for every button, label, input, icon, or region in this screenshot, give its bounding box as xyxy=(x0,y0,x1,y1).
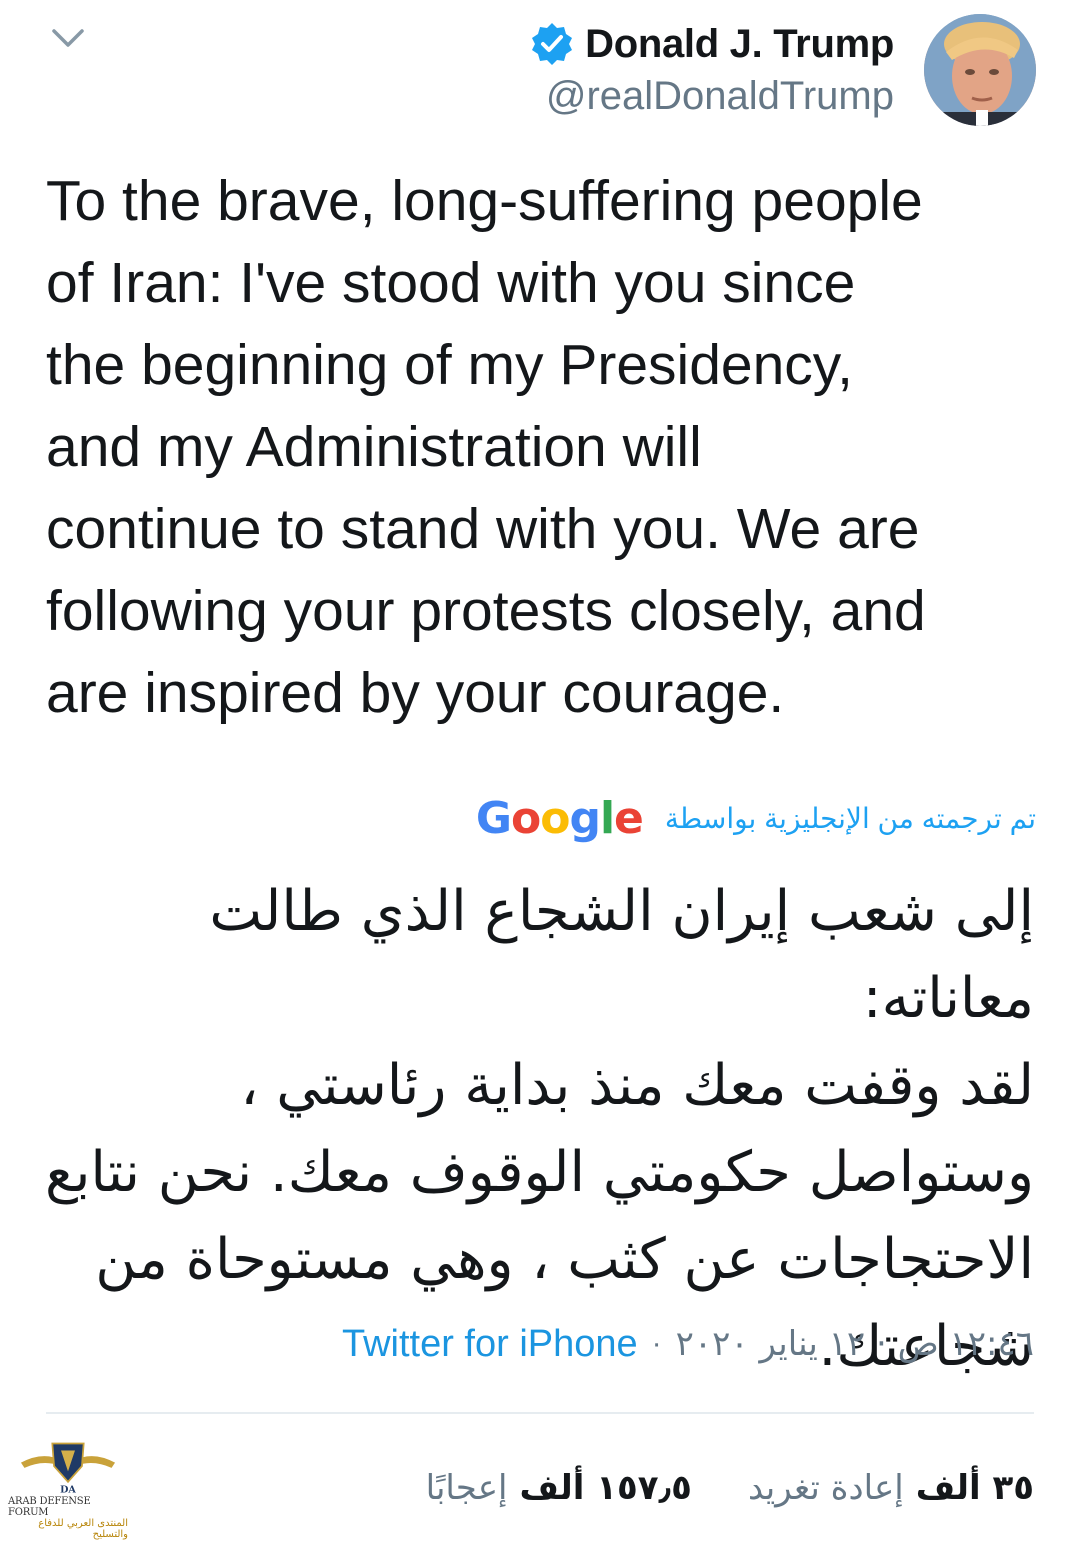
tweet-stats: ٣٥ ألف إعادة تغريد ١٥٧٫٥ ألف إعجابًا xyxy=(426,1460,1034,1516)
tweet-text: To the brave, long-suffering people of I… xyxy=(46,169,926,725)
divider xyxy=(46,1412,1034,1414)
collapse-chevron-button[interactable] xyxy=(48,22,88,54)
likes-count: ١٥٧٫٥ ألف xyxy=(519,1468,692,1508)
shield-wings-logo: DA xyxy=(20,1442,116,1494)
chevron-down-icon xyxy=(52,29,84,47)
verified-badge-icon xyxy=(532,23,573,65)
translated-by-label: تم ترجمته من الإنجليزية بواسطة xyxy=(664,802,1036,834)
tweet-source-link[interactable]: Twitter for iPhone xyxy=(342,1323,638,1366)
retweets-stat[interactable]: ٣٥ ألف إعادة تغريد xyxy=(748,1468,1034,1508)
avatar-face-icon xyxy=(924,14,1036,126)
tweet-meta: Twitter for iPhone · ١٢:٤٦ ص · ١٢ يناير … xyxy=(342,1316,1034,1372)
retweets-label: إعادة تغريد xyxy=(747,1468,904,1508)
forum-watermark: DA ARAB DEFENSE FORUM المنتدى العربي للد… xyxy=(8,1440,128,1540)
watermark-english: ARAB DEFENSE FORUM xyxy=(8,1496,91,1518)
tweet-timestamp[interactable]: ١٢:٤٦ ص · ١٢ يناير ٢٠٢٠ xyxy=(676,1324,1034,1364)
translated-tweet-text: إلى شعب إيران الشجاع الذي طالت معاناته: … xyxy=(45,879,1034,1379)
author-handle[interactable]: @realDonaldTrump xyxy=(546,74,894,119)
retweets-count: ٣٥ ألف xyxy=(915,1468,1034,1508)
logo-letters: DA xyxy=(60,1484,76,1494)
profile-avatar[interactable] xyxy=(924,14,1036,126)
likes-label: إعجابًا xyxy=(425,1468,508,1508)
translation-attribution: Google تم ترجمته من الإنجليزية بواسطة xyxy=(476,788,1036,848)
meta-separator: · xyxy=(651,1327,662,1360)
author-display-name[interactable]: Donald J. Trump xyxy=(585,22,894,67)
watermark-arabic: المنتدى العربي للدفاع والتسليح xyxy=(38,1518,128,1540)
author-name-row[interactable]: Donald J. Trump xyxy=(529,18,894,70)
likes-stat[interactable]: ١٥٧٫٥ ألف إعجابًا xyxy=(426,1468,692,1508)
google-logo: Google xyxy=(475,792,644,844)
